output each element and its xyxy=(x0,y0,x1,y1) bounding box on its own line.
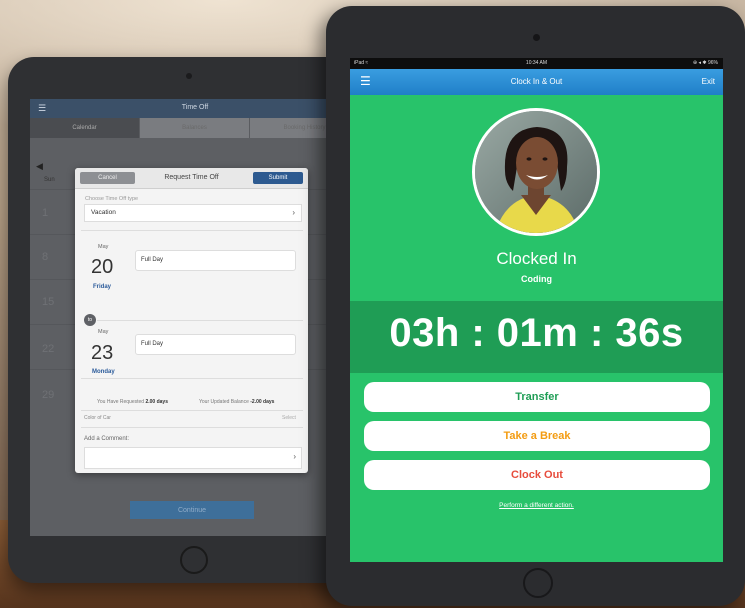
avatar xyxy=(472,108,600,236)
balance-value: -2.00 days xyxy=(250,399,275,405)
requested-label: You Have Requested xyxy=(97,399,145,405)
cancel-button[interactable]: Cancel xyxy=(80,172,135,184)
elapsed-timer: 03h : 01m : 36s xyxy=(389,311,684,355)
prev-month-arrow-icon[interactable]: ◀ xyxy=(36,161,43,172)
requested-value: 2.00 days xyxy=(145,399,168,405)
time-off-type-label: Choose Time Off type xyxy=(85,196,139,202)
continue-button[interactable]: Continue xyxy=(130,501,254,519)
time-off-type-value: Vacation xyxy=(91,209,116,216)
ios-status-bar: iPad ≈ 10:34 AM ⊕ ◂ ✱ 96% xyxy=(350,58,723,69)
chevron-right-icon: › xyxy=(293,452,296,461)
end-month: May xyxy=(98,329,109,335)
home-button[interactable] xyxy=(523,568,553,598)
end-duration-field[interactable]: Full Day xyxy=(135,334,296,355)
user-photo-icon xyxy=(475,111,597,233)
calendar-date[interactable]: 1 xyxy=(42,207,48,219)
divider xyxy=(81,230,303,231)
end-day: 23 xyxy=(91,342,114,364)
calendar-date[interactable]: 8 xyxy=(42,251,48,263)
submit-button[interactable]: Submit xyxy=(253,172,303,184)
start-weekday: Friday xyxy=(93,284,112,290)
chevron-right-icon: › xyxy=(292,208,295,217)
end-weekday: Monday xyxy=(92,369,115,375)
clock-status: Clocked In xyxy=(496,249,577,268)
clock-screen: iPad ≈ 10:34 AM ⊕ ◂ ✱ 96% ☰ Clock In & O… xyxy=(350,58,723,562)
battery-status: ⊕ ◂ ✱ 96% xyxy=(692,60,718,66)
back-tab-bar: Calendar Balances Booking History xyxy=(30,118,360,138)
calendar-date[interactable]: 29 xyxy=(42,389,54,401)
requested-summary: You Have Requested 2.00 days xyxy=(97,399,168,405)
tab-calendar[interactable]: Calendar xyxy=(30,118,140,138)
front-tablet: iPad ≈ 10:34 AM ⊕ ◂ ✱ 96% ☰ Clock In & O… xyxy=(326,6,745,606)
time-off-type-select[interactable]: Vacation › xyxy=(84,204,302,222)
comment-label: Add a Comment: xyxy=(84,436,130,442)
weekday-label: Sun xyxy=(44,177,55,183)
job-name: Coding xyxy=(521,274,552,284)
exit-button[interactable]: Exit xyxy=(702,77,715,86)
tab-balances[interactable]: Balances xyxy=(140,118,250,138)
divider xyxy=(81,427,303,428)
home-button[interactable] xyxy=(180,546,208,574)
color-select[interactable]: Select xyxy=(282,415,296,421)
back-nav-title: Time Off xyxy=(181,104,209,111)
modal-title: Request Time Off xyxy=(164,174,219,181)
nav-bar: ☰ Clock In & Out Exit xyxy=(350,69,723,95)
camera-dot xyxy=(533,34,540,41)
request-time-off-modal: Cancel Request Time Off Submit Choose Ti… xyxy=(75,168,308,473)
divider xyxy=(97,320,303,321)
start-day: 20 xyxy=(91,256,114,278)
nav-title: Clock In & Out xyxy=(510,77,563,86)
modal-header: Cancel Request Time Off Submit xyxy=(75,168,308,189)
status-time: 10:34 AM xyxy=(525,60,548,66)
divider xyxy=(81,378,303,379)
transfer-button[interactable]: Transfer xyxy=(364,382,710,412)
start-duration-field[interactable]: Full Day xyxy=(135,250,296,271)
start-month: May xyxy=(98,244,109,250)
divider xyxy=(81,410,303,411)
take-a-break-button[interactable]: Take a Break xyxy=(364,421,710,451)
calendar-date[interactable]: 15 xyxy=(42,296,54,308)
back-nav-bar: ☰ Time Off xyxy=(30,99,360,118)
balance-label: Your Updated Balance xyxy=(199,399,249,405)
camera-dot xyxy=(186,73,192,79)
balance-summary: Your Updated Balance -2.00 days xyxy=(199,399,274,405)
to-badge: to xyxy=(84,314,96,326)
color-of-car-label: Color of Car xyxy=(84,415,111,421)
calendar-date[interactable]: 22 xyxy=(42,343,54,355)
clock-out-button[interactable]: Clock Out xyxy=(364,460,710,490)
comment-input[interactable]: › xyxy=(84,447,302,469)
different-action-link[interactable]: Perform a different action. xyxy=(350,502,723,509)
